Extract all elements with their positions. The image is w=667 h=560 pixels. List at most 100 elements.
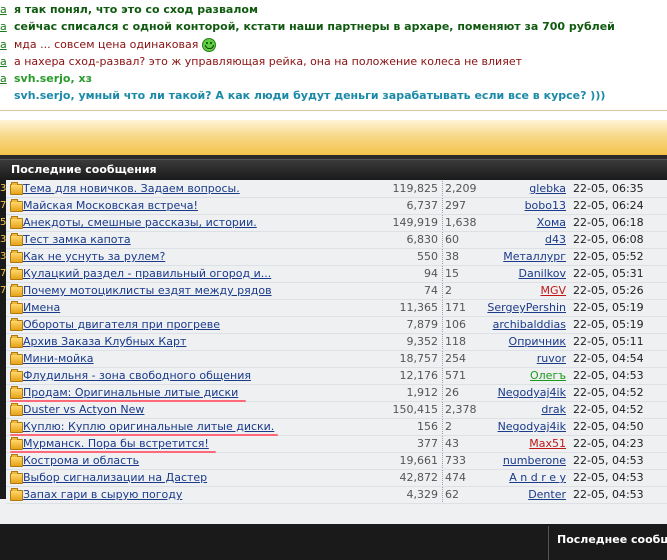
chat-message-text-inner: мда ... совсем цена одинаковая: [14, 38, 199, 51]
chat-message: a а нахера сход-развал? это ж управляюща…: [0, 53, 667, 70]
column-separator: [442, 436, 443, 451]
folder-icon: [10, 233, 23, 246]
post-time: 22-05, 05:26: [573, 284, 644, 297]
author-link[interactable]: A n d r e y: [476, 469, 566, 486]
author-link[interactable]: Negodyaj4ik: [476, 384, 566, 401]
topic-link[interactable]: Мурманск. Пора бы встретится!: [23, 435, 373, 452]
chat-nick-link[interactable]: a: [0, 18, 7, 35]
topic-link[interactable]: Запах гари в сырую погоду: [23, 486, 373, 503]
topic-link[interactable]: Выбор сигнализации на Дастер: [23, 469, 373, 486]
table-row: Продам: Оригинальные литые диски 1,912 26 N…: [6, 384, 667, 402]
row-edge-digit: 7: [0, 268, 6, 279]
topic-link[interactable]: Имена: [23, 299, 373, 316]
views-count: 11,365: [399, 301, 439, 314]
folder-icon: [10, 216, 23, 229]
folder-icon: [10, 199, 23, 212]
topic-link[interactable]: Тест замка капота: [23, 231, 373, 248]
topic-link[interactable]: Флудильня - зона свободного общения: [23, 367, 373, 384]
views-count: 12,176: [399, 369, 439, 382]
author-link[interactable]: Denter: [476, 486, 566, 503]
topic-link[interactable]: Анекдоты, смешные рассказы, истории.: [23, 214, 373, 231]
author-link[interactable]: ruvor: [476, 350, 566, 367]
table-header-title: Последние сообщения: [11, 163, 157, 176]
post-time: 22-05, 06:08: [573, 233, 644, 246]
views-count: 150,415: [392, 403, 439, 416]
row-edge-digit: [0, 367, 6, 384]
column-separator: [442, 266, 443, 281]
table-row: 3 Тема для новичков. Задаем вопросы. 119,8…: [0, 180, 667, 198]
post-time: 22-05, 04:53: [573, 471, 644, 484]
views-count: 119,825: [392, 182, 439, 195]
chat-message: a сейчас списался с одной конторой, кста…: [0, 18, 667, 35]
views-count: 9,352: [406, 335, 439, 348]
row-edge-digit: 5: [0, 217, 6, 228]
topic-link[interactable]: Кулацкий раздел - правильный огород и...: [23, 265, 373, 282]
author-link[interactable]: Danilkov: [476, 265, 566, 282]
table-row: 7 Почему мотоциклисты ездят между рядов 74…: [0, 282, 667, 300]
column-separator: [442, 385, 443, 400]
topic-link[interactable]: Продам: Оригинальные литые диски: [23, 384, 373, 401]
topic-link[interactable]: Куплю: Куплю оригинальные литые диски.: [23, 418, 373, 435]
table-row: Имена 11,365 171 SergeyPershin 22-05, 05:19: [6, 299, 667, 317]
author-link[interactable]: Max51: [476, 435, 566, 452]
author-link[interactable]: drak: [476, 401, 566, 418]
author-link[interactable]: Олегъ: [476, 367, 566, 384]
topic-link[interactable]: Архив Заказа Клубных Карт: [23, 333, 373, 350]
folder-icon: [10, 488, 23, 501]
author-link[interactable]: Опричник: [476, 333, 566, 350]
topic-link[interactable]: Обороты двигателя при прогреве: [23, 316, 373, 333]
column-separator: [442, 249, 443, 264]
chat-message: a svh.serjo, хз: [0, 70, 667, 87]
row-edge-digit: 3: [0, 183, 6, 194]
author-link[interactable]: Хома: [476, 214, 566, 231]
row-edge-digit: [0, 486, 6, 503]
chat-nick-link[interactable]: a: [0, 70, 7, 87]
author-link[interactable]: numberone: [476, 452, 566, 469]
author-link[interactable]: bobo13: [476, 197, 566, 214]
column-separator: [442, 317, 443, 332]
row-edge-digit: [0, 299, 6, 316]
chat-nick-link[interactable]: a: [0, 53, 7, 70]
views-count: 6,737: [406, 199, 439, 212]
chat-nick-link[interactable]: a: [0, 1, 7, 18]
table-row: Мурманск. Пора бы встретится! 377 43 Max51 2…: [6, 435, 667, 453]
chat-panel: a я так понял, что это со сход развалом …: [0, 0, 667, 112]
topic-link[interactable]: Майская Московская встреча!: [23, 197, 373, 214]
topic-link[interactable]: Мини-мойка: [23, 350, 373, 367]
author-link[interactable]: Металлург: [476, 248, 566, 265]
column-separator: [442, 334, 443, 349]
folder-icon: [10, 369, 23, 382]
chat-message-text: сейчас списался с одной конторой, кстати…: [14, 20, 615, 33]
table-header: Последние сообщения: [0, 159, 667, 180]
table-row: Флудильня - зона свободного общения 12,17…: [6, 367, 667, 385]
column-separator: [442, 215, 443, 230]
post-time: 22-05, 04:23: [573, 437, 644, 450]
post-time: 22-05, 04:52: [573, 403, 644, 416]
header-band: [0, 120, 667, 155]
row-edge-digit: [0, 350, 6, 367]
topic-link[interactable]: Кострома и область: [23, 452, 373, 469]
bottom-divider: [548, 526, 549, 560]
topic-link[interactable]: Duster vs Actyon New: [23, 401, 373, 418]
author-link[interactable]: d43: [476, 231, 566, 248]
post-time: 22-05, 04:53: [573, 488, 644, 501]
author-link[interactable]: Negodyaj4ik: [476, 418, 566, 435]
topic-link[interactable]: Тема для новичков. Задаем вопросы.: [23, 180, 373, 197]
table-row: Выбор сигнализации на Дастер 42,872 474 A n…: [6, 469, 667, 487]
post-time: 22-05, 05:11: [573, 335, 644, 348]
folder-icon: [10, 182, 23, 195]
folder-icon: [10, 267, 23, 280]
author-link[interactable]: glebka: [476, 180, 566, 197]
views-count: 156: [417, 420, 438, 433]
table-row: 7 Майская Московская встреча! 6,737 297 bobo…: [0, 197, 667, 215]
latest-posts-table: Последние сообщения 3 Тема для новичков. …: [0, 159, 667, 524]
folder-icon: [10, 471, 23, 484]
author-link[interactable]: archibalddias: [476, 316, 566, 333]
chat-nick-link[interactable]: a: [0, 36, 7, 53]
topic-link[interactable]: Как не уснуть за рулем?: [23, 248, 373, 265]
author-link[interactable]: SergeyPershin: [476, 299, 566, 316]
views-count: 7,879: [406, 318, 439, 331]
author-link[interactable]: MGV: [476, 282, 566, 299]
folder-icon: [10, 352, 23, 365]
topic-link[interactable]: Почему мотоциклисты ездят между рядов: [23, 282, 373, 299]
